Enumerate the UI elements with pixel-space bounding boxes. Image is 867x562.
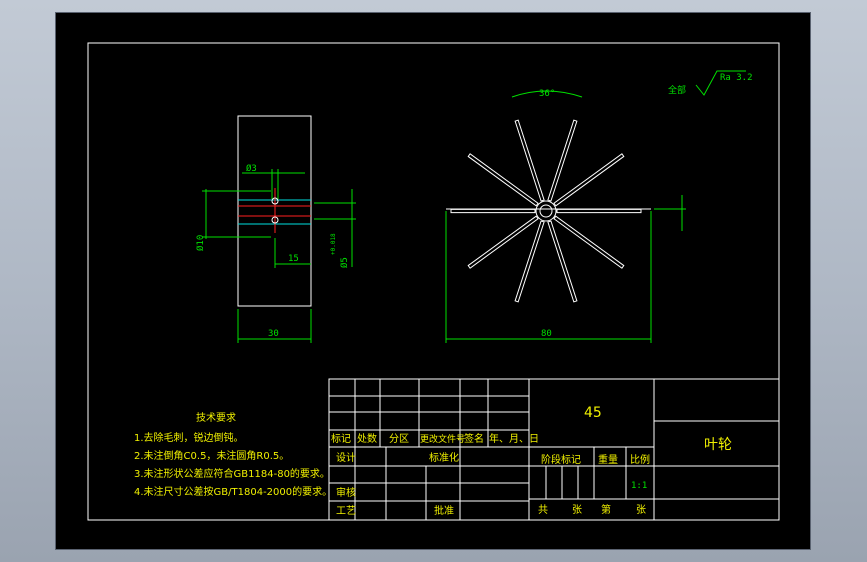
hub-inner-circle [539, 204, 553, 218]
tb-footer-sheet: 张 [636, 504, 646, 516]
dim-text-depth: 15 [288, 254, 299, 264]
tb-footer-sheets: 张 [572, 504, 582, 516]
tb-label-process: 工艺 [336, 505, 356, 517]
impeller-blade [514, 220, 545, 303]
tech-requirements-title: 技术要求 [196, 411, 236, 424]
roughness-value: Ra 3.2 [720, 73, 753, 83]
tb-label-stage-mark: 阶段标记 [541, 453, 581, 466]
tb-label-weight: 重量 [598, 453, 618, 466]
dim-text-length: 80 [541, 329, 552, 339]
front-view: 36° 80 全部 Ra 3.2 [445, 70, 753, 343]
impeller-blade [553, 153, 625, 207]
tech-requirement-3: 3.未注形状公差应符合GB1184-80的要求。 [134, 467, 330, 480]
tech-requirement-1: 1.去除毛刺，锐边倒钝。 [134, 431, 244, 444]
tb-label-count: 处数 [357, 432, 377, 445]
impeller-blade [467, 215, 539, 269]
tech-requirement-4: 4.未注尺寸公差按GB/T1804-2000的要求。 [134, 485, 332, 498]
tb-material: 45 [584, 405, 602, 421]
roughness-prefix: 全部 [668, 84, 686, 96]
title-block: 标记 处数 分区 更改文件号 签名 年、月、日 设计 标准化 审核 工艺 批准 … [328, 378, 780, 521]
tb-part-name: 叶轮 [704, 437, 732, 453]
tb-label-zone: 分区 [389, 433, 409, 445]
tb-label-review: 审核 [336, 486, 356, 499]
dim-text-diameter: Ø10 [195, 235, 206, 251]
impeller-blade [547, 220, 578, 303]
tech-requirement-2: 2.未注倒角C0.5，未注圆角R0.5。 [134, 449, 289, 462]
dim-text-width: 30 [268, 329, 279, 339]
tb-label-change-doc: 更改文件号 [420, 433, 465, 445]
tb-scale: 1:1 [631, 481, 647, 491]
dim-text-angle: 36° [539, 89, 555, 99]
tb-footer-number: 第 [601, 503, 611, 516]
tb-footer-total: 共 [538, 504, 548, 516]
tb-label-standardize: 标准化 [429, 451, 459, 464]
tb-label-approve: 批准 [434, 504, 454, 517]
impeller-blade [467, 153, 539, 207]
dim-text-hole: Ø3 [246, 163, 257, 174]
impeller-blade [556, 208, 642, 214]
drawing-canvas: Ø3 Ø10 15 Ø5 +0.018 30 36° 80 全部 Ra 3.2 … [87, 42, 780, 521]
tb-label-design: 设计 [336, 451, 356, 464]
drawing-border [87, 42, 780, 521]
impeller-blade [450, 208, 536, 214]
impeller-blades [450, 119, 642, 303]
impeller-blade [553, 215, 625, 269]
hub-outer-circle [535, 200, 557, 222]
impeller-blade [547, 119, 578, 202]
cad-viewport[interactable]: Ø3 Ø10 15 Ø5 +0.018 30 36° 80 全部 Ra 3.2 … [56, 13, 810, 549]
tech-requirements: 技术要求 1.去除毛刺，锐边倒钝。 2.未注倒角C0.5，未注圆角R0.5。 3… [134, 411, 332, 498]
dim-text-tolerance-upper: +0.018 [330, 233, 337, 255]
dim-text-tolerance-lower: Ø5 [339, 257, 350, 268]
tb-label-signature: 签名 [464, 432, 484, 445]
tb-label-date: 年、月、日 [489, 432, 539, 445]
side-view: Ø3 Ø10 15 Ø5 +0.018 30 [195, 115, 356, 343]
impeller-blade [514, 119, 545, 202]
tb-label-mark: 标记 [331, 433, 351, 445]
tb-label-ratio: 比例 [630, 453, 650, 466]
